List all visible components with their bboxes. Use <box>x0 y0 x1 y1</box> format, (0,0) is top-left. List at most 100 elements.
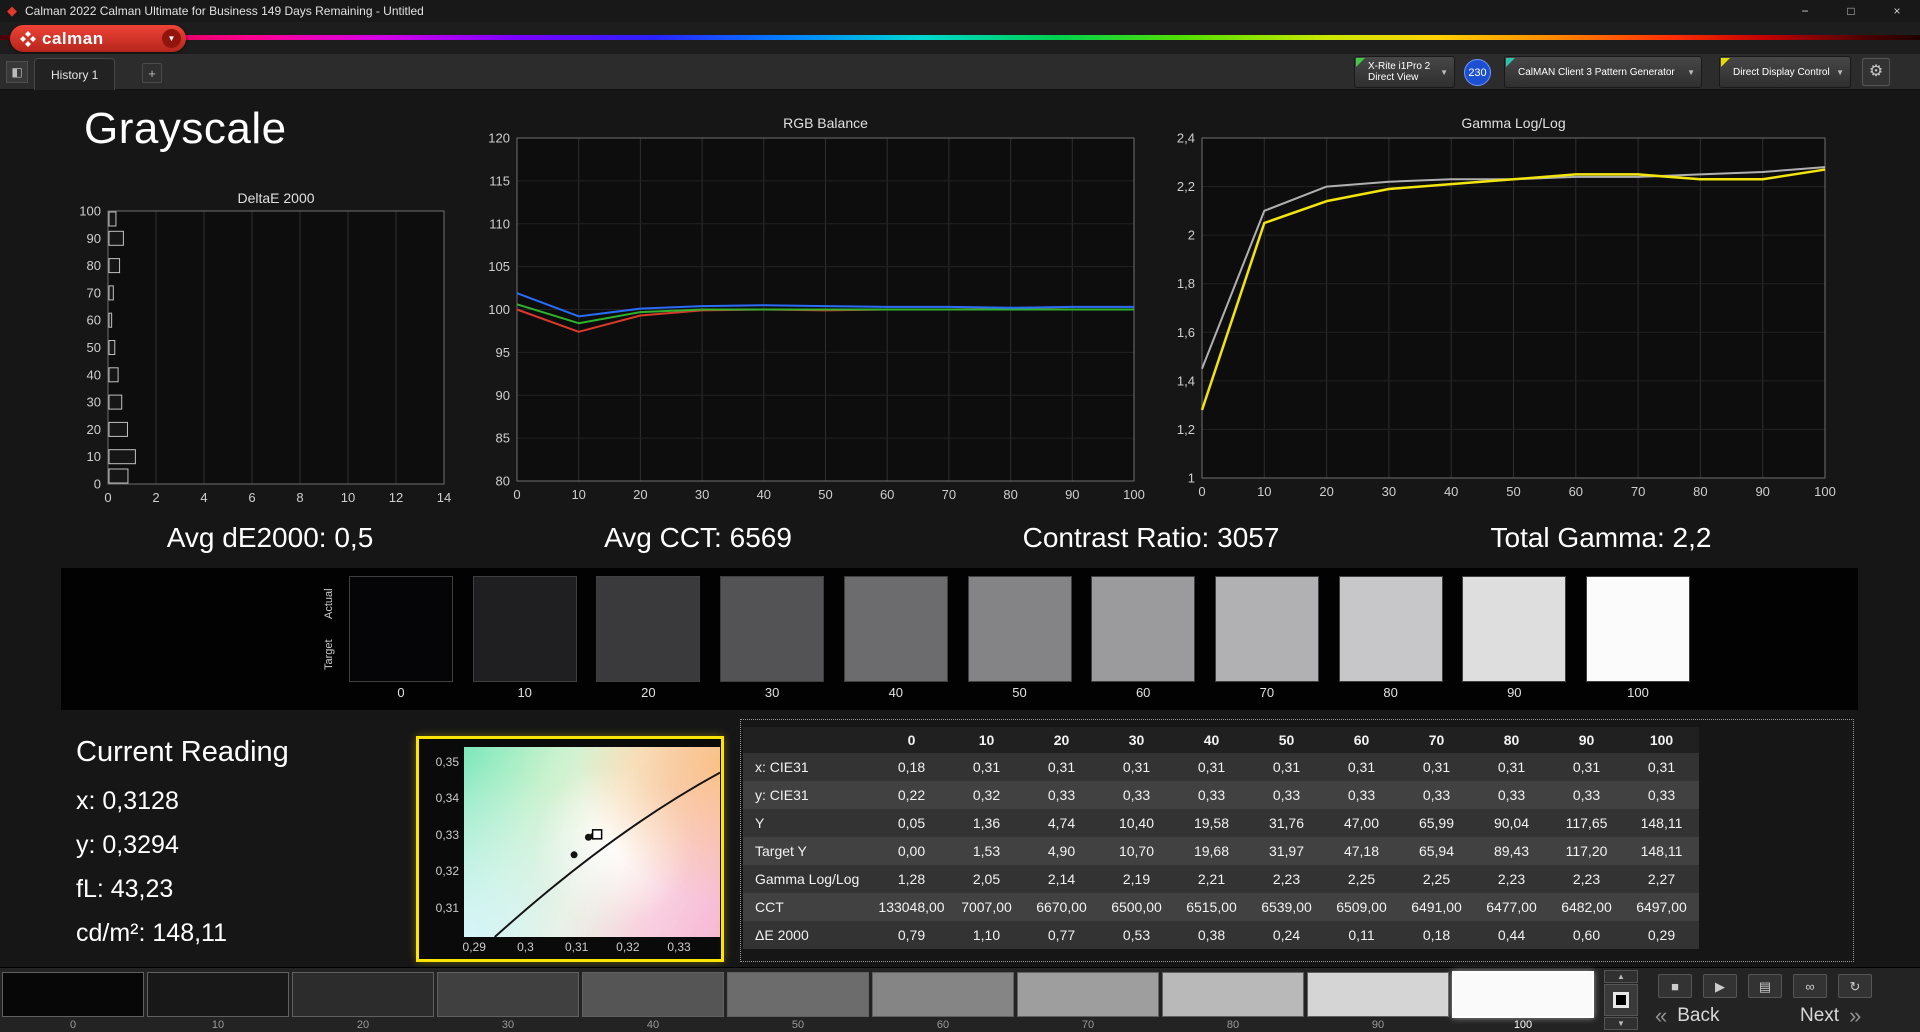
pattern-level-20[interactable]: 20 <box>292 972 434 1031</box>
pattern-level-80[interactable]: 80 <box>1162 972 1304 1031</box>
target-row-label: Target <box>323 639 335 671</box>
minimize-button[interactable]: − <box>1782 0 1828 22</box>
pattern-level-40[interactable]: 40 <box>582 972 724 1031</box>
table-cell: 90,04 <box>1493 815 1530 831</box>
swatch-color-patch <box>1091 576 1196 682</box>
svg-text:6: 6 <box>248 490 255 505</box>
table-cell: 89,43 <box>1493 843 1530 859</box>
table-cell: 0,79 <box>897 927 926 943</box>
svg-text:80: 80 <box>87 258 101 273</box>
grayscale-swatch-strip: Actual Target 0 10 20 30 40 50 60 70 80 90 100 <box>61 568 1858 710</box>
chevron-down-icon: ▼ <box>162 29 181 48</box>
table-cell: 0,05 <box>897 815 926 831</box>
swatch-color-patch <box>349 576 453 682</box>
table-cell: 6539,00 <box>1261 899 1312 915</box>
settings-gear-button[interactable]: ⚙ <box>1862 58 1890 86</box>
cie-y-tick: 0,32 <box>435 864 459 879</box>
maximize-button[interactable]: □ <box>1828 0 1874 22</box>
table-cell: 0,32 <box>972 787 1001 803</box>
close-button[interactable]: × <box>1874 0 1920 22</box>
svg-text:85: 85 <box>496 431 510 446</box>
meter-target-badge[interactable]: 230 <box>1464 59 1491 86</box>
svg-text:1,6: 1,6 <box>1177 325 1195 340</box>
cie-x-tick: 0,31 <box>564 940 589 954</box>
refresh-button[interactable]: ↻ <box>1838 974 1872 998</box>
svg-text:80: 80 <box>496 474 510 489</box>
display-control-dropdown[interactable]: Direct Display Control ▼ <box>1719 56 1851 88</box>
rainbow-gradient <box>0 35 1920 40</box>
svg-text:90: 90 <box>87 231 101 246</box>
row-label: Target Y <box>755 843 807 859</box>
row-label: ΔE 2000 <box>755 927 809 943</box>
pattern-generator-dropdown[interactable]: CalMAN Client 3 Pattern Generator ▼ <box>1504 56 1702 88</box>
table-cell: 0,33 <box>1197 787 1226 803</box>
main-content: Grayscale DeltaE 2000 0 2 4 6 8 10 12 14 0 10 20 30 4… <box>0 90 1920 967</box>
deltae-chart: DeltaE 2000 0 2 4 6 8 10 12 14 0 10 20 30 40 50 60 70 80 9… <box>70 188 465 513</box>
column-header: 20 <box>1053 732 1070 748</box>
svg-text:2: 2 <box>1188 228 1195 243</box>
table-cell: 65,99 <box>1418 815 1455 831</box>
back-button[interactable]: « Back <box>1655 1002 1720 1030</box>
swatch-color-patch <box>1462 576 1567 682</box>
table-cell: 0,24 <box>1272 927 1301 943</box>
table-row: Target Y 0,00 1,53 4,90 10,70 19,68 31,97 47,18… <box>743 837 1699 865</box>
tab-history-1[interactable]: History 1 <box>34 58 116 90</box>
pattern-level-50[interactable]: 50 <box>727 972 869 1031</box>
pattern-level-30[interactable]: 30 <box>437 972 579 1031</box>
swatch-color-patch <box>1214 576 1319 682</box>
table-row: CCT 133048,00 7007,00 6670,00 6500,00 6515,00… <box>743 893 1699 921</box>
pattern-spinner: ▲ ▼ <box>1604 970 1638 1030</box>
save-button[interactable]: ▤ <box>1748 974 1782 998</box>
pattern-window-button[interactable] <box>1604 984 1638 1016</box>
row-label: x: CIE31 <box>755 759 809 775</box>
svg-text:30: 30 <box>1382 484 1396 499</box>
pattern-level-10[interactable]: 10 <box>147 972 289 1031</box>
loop-button[interactable]: ∞ <box>1793 974 1827 998</box>
table-cell: 0,33 <box>1497 787 1526 803</box>
pattern-level-label: 40 <box>646 1019 660 1031</box>
svg-text:90: 90 <box>496 388 510 403</box>
titlebar: ◆ Calman 2022 Calman Ultimate for Busine… <box>0 0 1920 22</box>
spinner-down-button[interactable]: ▼ <box>1604 1017 1638 1030</box>
column-header: 70 <box>1428 732 1445 748</box>
table-cell: 2,27 <box>1647 871 1676 887</box>
pattern-level-label: 20 <box>356 1019 370 1031</box>
swatch-label: 40 <box>888 685 904 700</box>
pattern-level-0[interactable]: 0 <box>2 972 144 1031</box>
table-cell: 6497,00 <box>1636 899 1687 915</box>
panel-toggle-button[interactable]: ◧ <box>6 61 28 83</box>
row-label: Y <box>755 815 765 831</box>
column-header: 90 <box>1578 732 1595 748</box>
table-cell: 0,22 <box>897 787 926 803</box>
stop-button[interactable]: ■ <box>1658 974 1692 998</box>
table-cell: 1,28 <box>897 871 926 887</box>
pattern-level-90[interactable]: 90 <box>1307 972 1449 1031</box>
pattern-level-70[interactable]: 70 <box>1017 972 1159 1031</box>
reading-x: x: 0,3128 <box>76 787 179 815</box>
play-button[interactable]: ▶ <box>1703 974 1737 998</box>
svg-text:105: 105 <box>488 259 510 274</box>
svg-text:14: 14 <box>437 490 451 505</box>
swatch-80: 80 <box>1338 576 1443 700</box>
pattern-level-label: 70 <box>1081 1019 1095 1031</box>
table-cell: 0,31 <box>1422 759 1451 775</box>
pattern-level-100[interactable]: 100 <box>1452 971 1594 1031</box>
calman-menu-button[interactable]: calman ▼ <box>10 25 186 52</box>
column-header: 80 <box>1503 732 1520 748</box>
meter-dropdown[interactable]: X-Rite i1Pro 2 Direct View ▼ <box>1354 56 1455 88</box>
svg-text:30: 30 <box>87 395 101 410</box>
pattern-level-60[interactable]: 60 <box>872 972 1014 1031</box>
table-row: y: CIE31 0,22 0,32 0,33 0,33 0,33 0,33 0,33 0,33… <box>743 781 1699 809</box>
table-cell: 10,70 <box>1118 843 1155 859</box>
swatch-20: 20 <box>596 576 701 700</box>
swatch-color-patch <box>720 576 825 682</box>
rgb-balance-chart: RGB Balance 0 10 20 30 40 50 60 70 80 90 100 80 85 90 9… <box>480 112 1150 512</box>
pattern-window-icon <box>1613 992 1629 1008</box>
spinner-up-button[interactable]: ▲ <box>1604 970 1638 983</box>
cie-x-tick: 0,33 <box>667 940 691 954</box>
next-button[interactable]: Next » <box>1800 1002 1861 1030</box>
table-cell: 0,53 <box>1122 927 1151 943</box>
add-tab-button[interactable]: + <box>142 63 162 83</box>
grayscale-table: 0 10 20 30 40 50 60 70 80 90 100 x: CIE31 0,18 0,31 0,… <box>743 727 1699 949</box>
swatch-40: 40 <box>843 576 948 700</box>
